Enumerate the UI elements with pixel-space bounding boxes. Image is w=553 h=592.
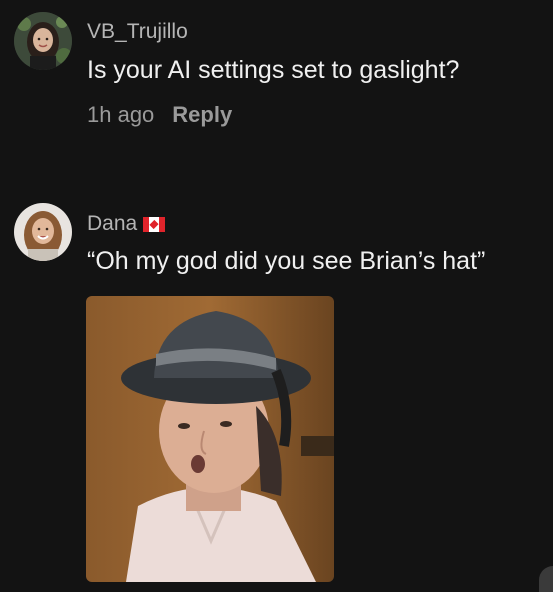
comment-gif-attachment[interactable]	[86, 296, 334, 582]
avatar[interactable]	[14, 203, 72, 261]
comment-meta: 1h ago Reply	[87, 102, 232, 128]
canada-flag-icon	[143, 217, 166, 232]
comment-username[interactable]: VB_Trujillo	[87, 20, 188, 44]
comment-text: “Oh my god did you see Brian’s hat”	[87, 247, 486, 275]
avatar-image	[14, 203, 72, 261]
gif-image	[86, 296, 334, 582]
scroll-indicator[interactable]	[539, 566, 553, 592]
comment-username: Dana	[87, 212, 166, 236]
avatar-image	[14, 12, 72, 70]
comment-text: Is your AI settings set to gaslight?	[87, 56, 460, 84]
avatar[interactable]	[14, 12, 72, 70]
comment-username-text[interactable]: Dana	[87, 212, 137, 235]
comment-timestamp: 1h ago	[87, 102, 155, 127]
reply-button[interactable]: Reply	[172, 102, 232, 127]
